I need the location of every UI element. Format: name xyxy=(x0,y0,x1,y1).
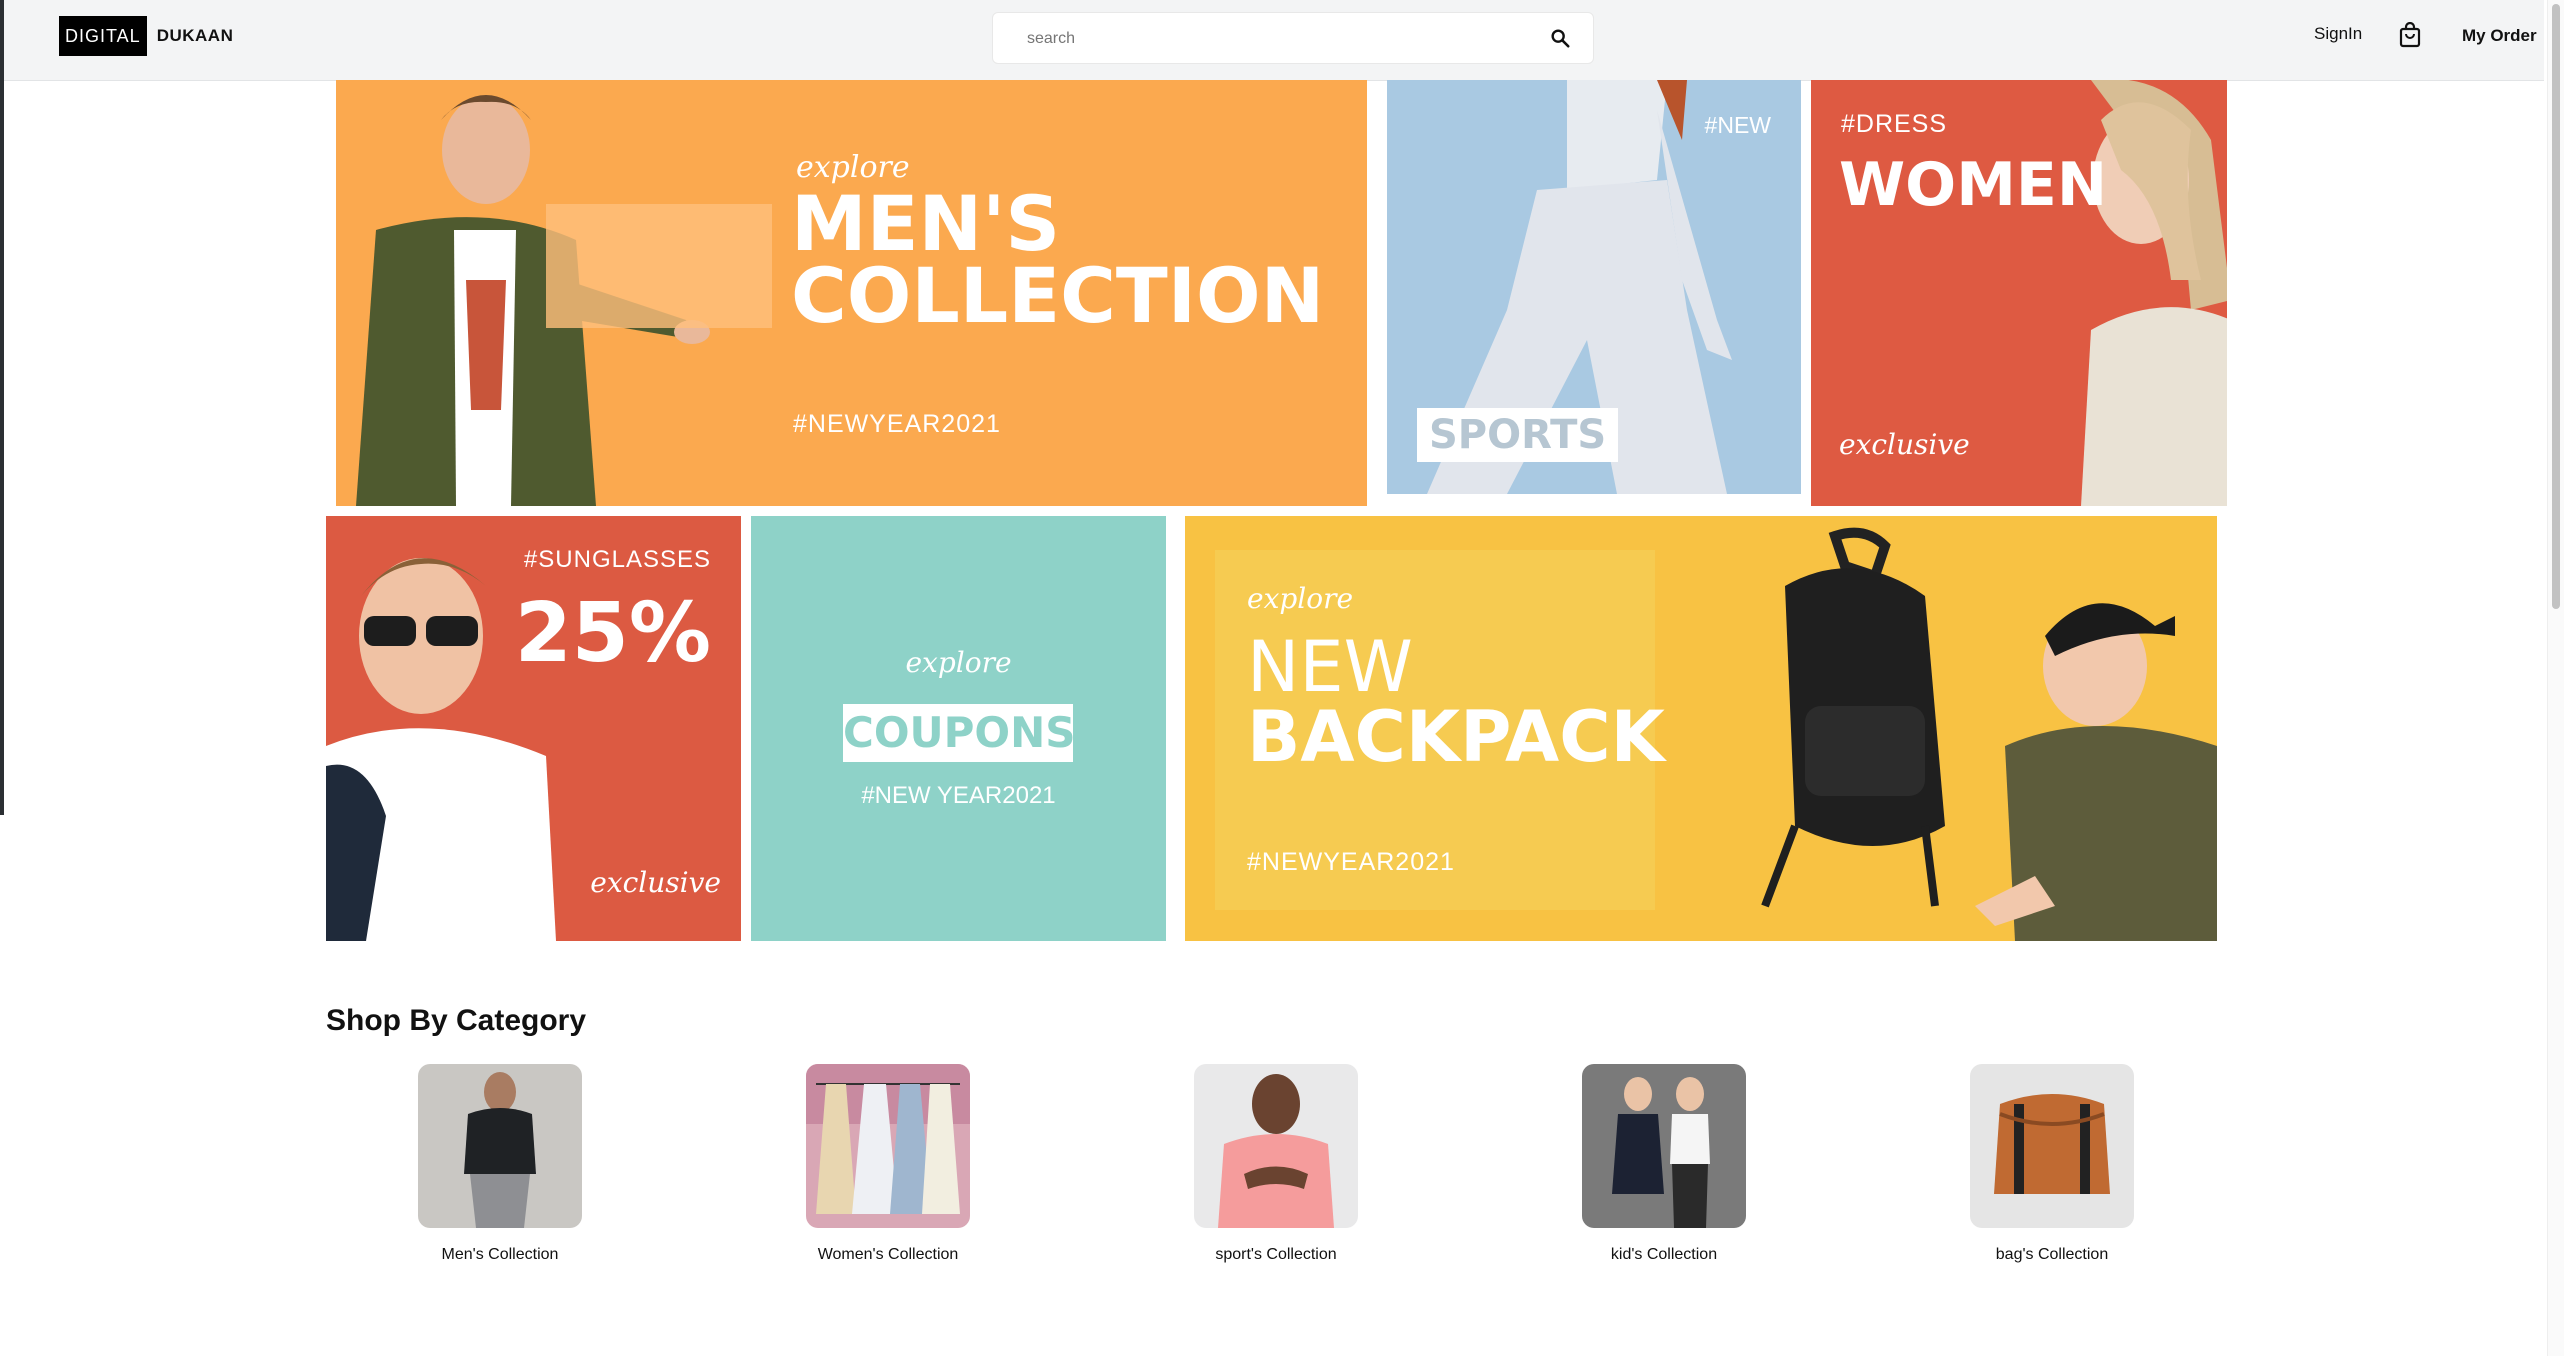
women-title: WOMEN xyxy=(1839,150,2108,220)
bags-category-image[interactable] xyxy=(1970,1064,2134,1228)
womens-category-image[interactable] xyxy=(806,1064,970,1228)
sunglasses-hashtag: #SUNGLASSES xyxy=(523,546,711,573)
brand-logo[interactable]: DIGITAL DUKAAN xyxy=(59,16,233,56)
top-navbar: DIGITAL DUKAAN SignIn My Order xyxy=(4,0,2544,81)
mens-hashtag: #NEWYEAR2021 xyxy=(793,410,1001,438)
category-label[interactable]: Women's Collection xyxy=(738,1246,1038,1264)
sports-category-image[interactable] xyxy=(1194,1064,1358,1228)
bag-thumbnail xyxy=(1994,1094,2110,1194)
search-input[interactable] xyxy=(1025,23,1509,55)
backpack-illustration xyxy=(1761,527,1945,908)
sunglasses-model-illustration xyxy=(326,558,556,941)
signin-link[interactable]: SignIn xyxy=(2314,24,2362,44)
kids-category-image[interactable] xyxy=(1582,1064,1746,1228)
exclusive-text: exclusive xyxy=(1839,428,1970,461)
category-label[interactable]: kid's Collection xyxy=(1514,1246,1814,1264)
logo-text: DUKAAN xyxy=(156,26,234,45)
sports-hashtag: #NEW xyxy=(1704,112,1771,138)
scrollbar-thumb[interactable] xyxy=(2552,4,2560,609)
backpack-title-line2: BACKPACK xyxy=(1247,696,1665,778)
backpack-hashtag: #NEWYEAR2021 xyxy=(1247,848,1455,876)
coupons-hashtag: #NEW YEAR2021 xyxy=(861,782,1056,809)
women-hashtag: #DRESS xyxy=(1841,110,1948,138)
explore-text: explore xyxy=(1247,582,1354,615)
man-with-cap-illustration xyxy=(1975,603,2217,941)
mens-title-line1: MEN'S xyxy=(791,179,1061,268)
shop-by-category-heading: Shop By Category xyxy=(326,1004,587,1037)
coupons-label: COUPONS xyxy=(843,704,1076,762)
category-label[interactable]: bag's Collection xyxy=(1902,1246,2202,1264)
mens-model-thumbnail xyxy=(464,1072,536,1228)
logo-box: DIGITAL xyxy=(59,16,147,56)
mens-title-line2: COLLECTION xyxy=(791,251,1325,340)
decor-rectangle xyxy=(546,204,772,328)
search-icon[interactable] xyxy=(1549,27,1571,49)
mens-collection-banner[interactable]: explore MEN'S COLLECTION #NEWYEAR2021 xyxy=(336,80,1367,506)
discount-percentage: 25% xyxy=(514,586,711,681)
my-order-link[interactable]: My Order xyxy=(2462,26,2537,46)
exclusive-text: exclusive xyxy=(590,866,721,899)
female-model-illustration xyxy=(2081,80,2227,506)
sunglasses-banner[interactable]: #SUNGLASSES 25% exclusive xyxy=(326,516,741,941)
sports-banner[interactable]: #NEW SPORTS xyxy=(1387,80,1801,494)
mens-title: MEN'S COLLECTION xyxy=(791,179,1325,340)
backpack-banner[interactable]: explore NEW BACKPACK #NEWYEAR2021 xyxy=(1185,516,2217,941)
dresses-thumbnail xyxy=(806,1064,970,1214)
mens-category-image[interactable] xyxy=(418,1064,582,1228)
page-scrollbar[interactable] xyxy=(2547,0,2564,1356)
category-womens[interactable]: Women's Collection xyxy=(738,1064,1038,1264)
category-mens[interactable]: Men's Collection xyxy=(350,1064,650,1264)
category-label[interactable]: Men's Collection xyxy=(350,1246,650,1264)
window-edge xyxy=(0,0,4,815)
category-bags[interactable]: bag's Collection xyxy=(1902,1064,2202,1264)
women-banner[interactable]: #DRESS WOMEN exclusive xyxy=(1811,80,2227,506)
sports-label: SPORTS xyxy=(1417,408,1619,462)
category-sports[interactable]: sport's Collection xyxy=(1126,1064,1426,1264)
category-label[interactable]: sport's Collection xyxy=(1126,1246,1426,1264)
shopping-bag-icon[interactable] xyxy=(2398,22,2422,48)
category-kids[interactable]: kid's Collection xyxy=(1514,1064,1814,1264)
sports-model-thumbnail xyxy=(1218,1074,1334,1228)
kids-thumbnail xyxy=(1612,1077,1710,1228)
coupons-banner[interactable]: explore COUPONS #NEW YEAR2021 xyxy=(751,516,1166,941)
explore-text: explore xyxy=(905,646,1012,679)
search-bar xyxy=(992,12,1594,64)
